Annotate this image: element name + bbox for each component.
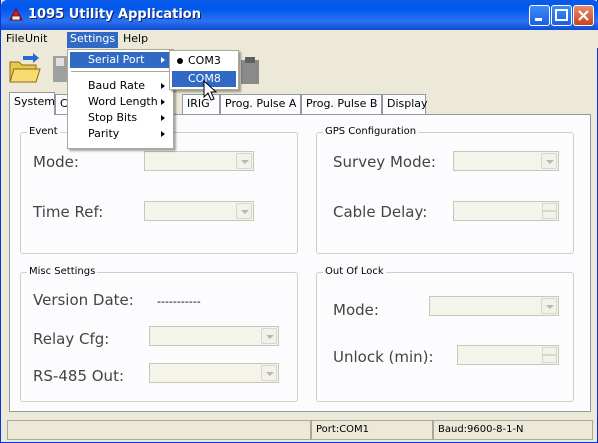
open-button[interactable] bbox=[7, 52, 41, 88]
menu-item-parity[interactable]: Parity bbox=[70, 126, 171, 142]
unlock-min-spinner[interactable] bbox=[457, 345, 559, 365]
parity-label: Parity bbox=[88, 127, 120, 140]
event-mode-select[interactable] bbox=[144, 151, 254, 171]
relay-cfg-label: Relay Cfg: bbox=[33, 330, 110, 348]
spin-up-button[interactable] bbox=[542, 347, 557, 355]
baud-rate-label: Baud Rate bbox=[88, 79, 145, 92]
window-title: 1095 Utility Application bbox=[28, 7, 201, 22]
radio-checked-icon bbox=[177, 58, 183, 64]
unlock-min-label: Unlock (min): bbox=[333, 348, 434, 366]
survey-mode-select[interactable] bbox=[453, 151, 559, 171]
status-bar: Port:COM1 Baud:9600-8-1-N bbox=[5, 420, 595, 440]
menu-settings[interactable]: Settings bbox=[67, 32, 119, 48]
submenu-arrow-icon bbox=[161, 57, 165, 63]
gps-group-label: GPS Configuration bbox=[323, 126, 419, 137]
close-button[interactable] bbox=[573, 5, 594, 26]
spin-down-button[interactable] bbox=[542, 355, 557, 363]
chevron-down-icon bbox=[236, 203, 252, 219]
chevron-down-icon bbox=[541, 298, 557, 314]
status-port: Port:COM1 bbox=[311, 420, 433, 440]
submenu-arrow-icon bbox=[161, 83, 165, 89]
status-cell-main bbox=[7, 420, 311, 440]
menu-unit[interactable]: Unit bbox=[22, 32, 50, 48]
tab-prog-pulse-a[interactable]: Prog. Pulse A bbox=[220, 94, 301, 114]
event-mode-label: Mode: bbox=[33, 153, 79, 171]
system-tab-panel: Event Mode: Time Ref: GPS Configuration … bbox=[9, 114, 591, 412]
lock-mode-select[interactable] bbox=[429, 296, 559, 316]
menu-help[interactable]: Help bbox=[120, 32, 151, 48]
mouse-cursor-icon bbox=[203, 80, 217, 101]
menu-bar: File Unit Settings Help bbox=[1, 30, 598, 48]
misc-group-label: Misc Settings bbox=[27, 266, 98, 277]
com3-label: COM3 bbox=[188, 54, 221, 67]
menu-item-stop-bits[interactable]: Stop Bits bbox=[70, 110, 171, 126]
tab-prog-pulse-b[interactable]: Prog. Pulse B bbox=[301, 94, 382, 114]
time-ref-label: Time Ref: bbox=[33, 203, 104, 221]
spin-down-button[interactable] bbox=[542, 211, 557, 219]
close-icon bbox=[578, 10, 589, 21]
menu-item-word-length[interactable]: Word Length bbox=[70, 94, 171, 110]
submenu-arrow-icon bbox=[161, 115, 165, 121]
tab-display[interactable]: Display bbox=[382, 94, 428, 114]
gps-configuration-group: GPS Configuration Survey Mode: Cable Del… bbox=[316, 126, 574, 254]
chevron-down-icon bbox=[261, 328, 277, 344]
version-date-value: ----------- bbox=[157, 295, 201, 308]
menu-item-baud-rate[interactable]: Baud Rate bbox=[70, 78, 171, 94]
survey-mode-label: Survey Mode: bbox=[333, 153, 436, 171]
submenu-arrow-icon bbox=[161, 131, 165, 137]
out-of-lock-group-label: Out Of Lock bbox=[323, 266, 386, 277]
word-length-label: Word Length bbox=[88, 95, 158, 108]
submenu-arrow-icon bbox=[161, 99, 165, 105]
open-folder-icon bbox=[9, 53, 41, 83]
menu-item-serial-port[interactable]: Serial Port bbox=[70, 52, 171, 68]
stop-bits-label: Stop Bits bbox=[88, 111, 138, 124]
chevron-down-icon bbox=[236, 153, 252, 169]
status-baud: Baud:9600-8-1-N bbox=[433, 420, 593, 440]
minimize-icon bbox=[535, 18, 542, 21]
cable-delay-label: Cable Delay: bbox=[333, 203, 428, 221]
app-icon bbox=[9, 8, 23, 21]
time-ref-select[interactable] bbox=[144, 201, 254, 221]
spin-up-button[interactable] bbox=[542, 203, 557, 211]
event-group: Event Mode: Time Ref: bbox=[20, 126, 298, 254]
lock-mode-label: Mode: bbox=[333, 301, 379, 319]
cable-delay-spinner[interactable] bbox=[453, 201, 559, 221]
version-date-label: Version Date: bbox=[33, 291, 134, 309]
settings-menu: Serial Port Baud Rate Word Length Stop B… bbox=[67, 49, 174, 149]
event-group-label: Event bbox=[27, 126, 60, 137]
rs485-out-label: RS-485 Out: bbox=[33, 367, 125, 385]
title-bar[interactable]: 1095 Utility Application bbox=[1, 0, 598, 30]
clipboard-icon bbox=[241, 57, 259, 84]
maximize-button[interactable] bbox=[551, 5, 572, 26]
menu-separator bbox=[71, 71, 170, 72]
misc-settings-group: Misc Settings Version Date: ----------- … bbox=[20, 266, 298, 402]
rs485-out-select[interactable] bbox=[149, 363, 279, 383]
out-of-lock-group: Out Of Lock Mode: Unlock (min): bbox=[316, 266, 574, 402]
serial-port-label: Serial Port bbox=[88, 53, 145, 66]
minimize-button[interactable] bbox=[529, 5, 550, 26]
tab-system[interactable]: System bbox=[9, 92, 55, 115]
menu-item-com3[interactable]: COM3 bbox=[172, 53, 236, 69]
chevron-down-icon bbox=[541, 153, 557, 169]
clipboard-button[interactable] bbox=[239, 54, 261, 86]
relay-cfg-select[interactable] bbox=[149, 326, 279, 346]
maximize-icon bbox=[555, 9, 568, 21]
chevron-down-icon bbox=[261, 365, 277, 381]
